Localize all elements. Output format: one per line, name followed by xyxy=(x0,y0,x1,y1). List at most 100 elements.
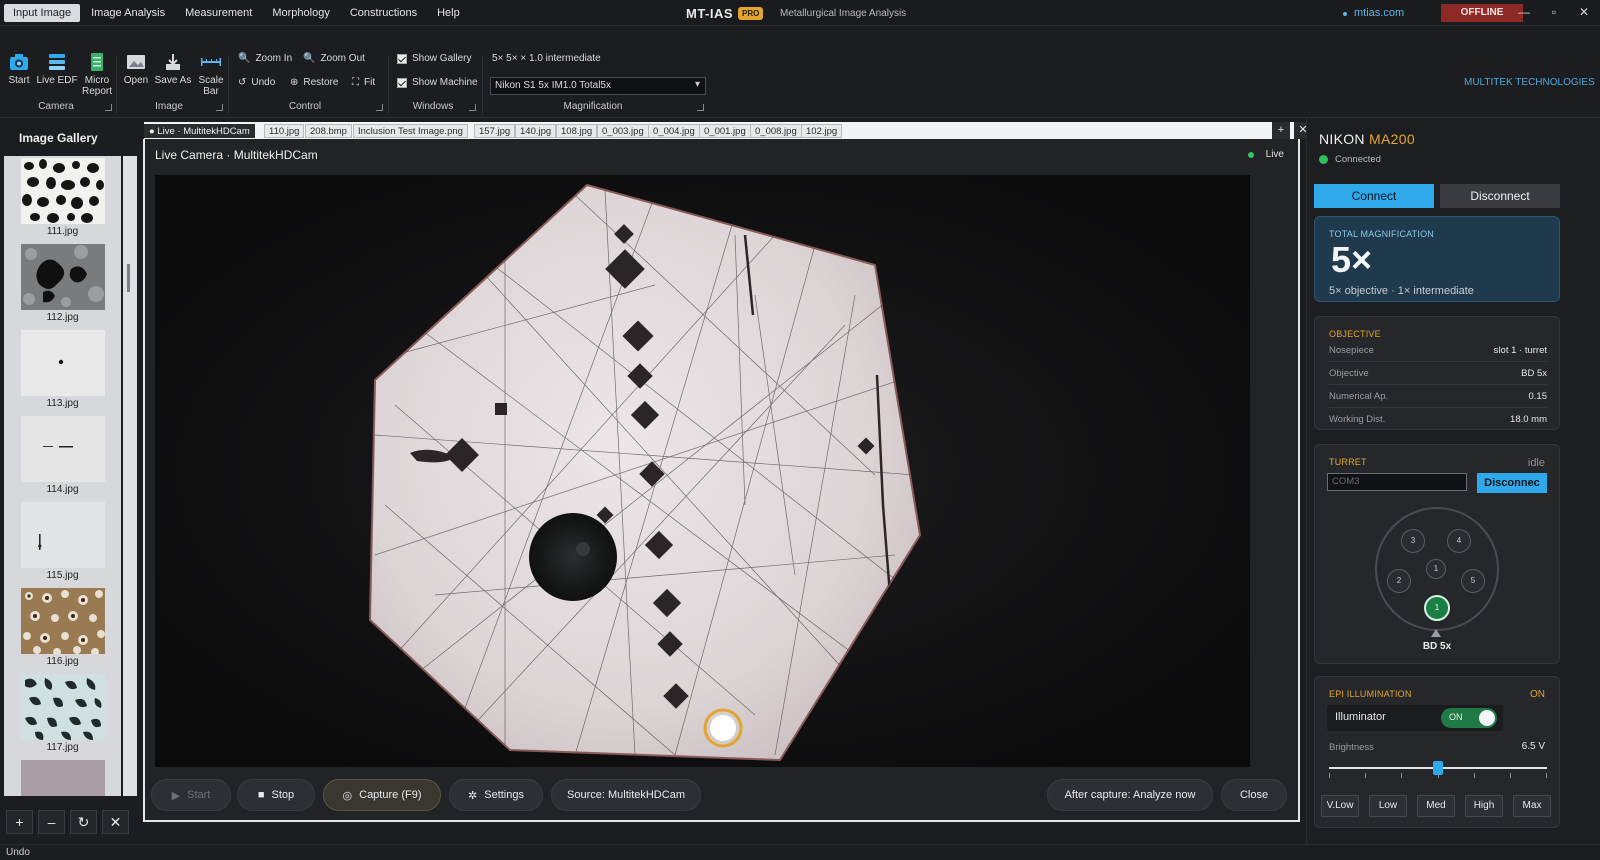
new-tab-button[interactable]: + xyxy=(1272,122,1290,139)
com-port-select[interactable]: COM3 xyxy=(1327,473,1467,491)
clear-gallery-button[interactable]: ✕ xyxy=(102,810,129,834)
gallery-thumbnail[interactable] xyxy=(21,416,105,482)
remove-image-button[interactable]: – xyxy=(38,810,65,834)
turret-slot-5[interactable]: 5 xyxy=(1461,569,1485,593)
camera-group-launcher-icon[interactable] xyxy=(105,104,112,111)
scale-bar-button[interactable]: Scale Bar xyxy=(196,52,226,97)
camera-viewport[interactable] xyxy=(155,175,1250,767)
tab-0-008[interactable]: 0_008.jpg xyxy=(750,124,802,138)
menu-morphology[interactable]: Morphology xyxy=(263,4,338,22)
stop-button[interactable]: ■ Stop xyxy=(237,779,315,811)
zoom-in-button[interactable]: 🔍 Zoom In xyxy=(238,53,292,64)
scale-bar-label-1: Scale xyxy=(198,75,224,86)
preset-high-button[interactable]: High xyxy=(1465,795,1503,817)
zoom-out-button[interactable]: 🔍 Zoom Out xyxy=(303,53,365,64)
undo-button[interactable]: ↺ Undo xyxy=(238,77,275,88)
turret-card: TURRET idle COM3 Disconnec 3 4 2 5 1 1 B… xyxy=(1314,444,1560,664)
tab-0-004[interactable]: 0_004.jpg xyxy=(648,124,700,138)
tab-inclusion-test-image[interactable]: Inclusion Test Image.png xyxy=(353,124,468,138)
stop-label: Stop xyxy=(271,789,295,801)
thumbnail-label: 116.jpg xyxy=(46,656,79,667)
menu-constructions[interactable]: Constructions xyxy=(341,4,426,22)
tab-157[interactable]: 157.jpg xyxy=(474,124,516,138)
live-edf-button[interactable]: Live EDF xyxy=(36,52,78,86)
title-bar: Input Image Image Analysis Measurement M… xyxy=(0,0,1600,26)
settings-button[interactable]: ✲ Settings xyxy=(449,779,543,811)
minimize-button[interactable]: — xyxy=(1516,5,1532,19)
scrollbar-thumb[interactable] xyxy=(127,264,130,292)
maximize-button[interactable]: ▫ xyxy=(1546,5,1562,19)
start-camera-button[interactable]: Start xyxy=(6,52,32,86)
slider-tick xyxy=(1329,773,1330,778)
after-capture-selector[interactable]: After capture: Analyze now xyxy=(1047,779,1213,811)
fit-icon: ⛶ xyxy=(352,77,359,88)
open-button[interactable]: Open xyxy=(122,52,150,86)
preset-very-low-button[interactable]: V.Low xyxy=(1321,795,1359,817)
microscope-brand: NIKON xyxy=(1319,131,1365,147)
site-link[interactable]: mtias.com xyxy=(1354,7,1404,19)
menu-help[interactable]: Help xyxy=(428,4,469,22)
brightness-slider[interactable] xyxy=(1329,761,1547,778)
objective-row-numerical-aperture: Numerical Ap. 0.15 xyxy=(1329,391,1547,402)
gallery-thumbnail[interactable] xyxy=(21,588,105,654)
fit-button[interactable]: ⛶ Fit xyxy=(352,77,375,88)
source-selector[interactable]: Source: MultitekHDCam xyxy=(551,779,701,811)
brightness-slider-handle[interactable] xyxy=(1433,761,1443,775)
magnification-group-launcher-icon[interactable] xyxy=(697,104,704,111)
menu-measurement[interactable]: Measurement xyxy=(176,4,261,22)
turret-slot-4[interactable]: 4 xyxy=(1447,529,1471,553)
turret-heading: TURRET xyxy=(1329,457,1367,467)
gallery-title: Image Gallery xyxy=(19,131,98,145)
windows-group-launcher-icon[interactable] xyxy=(469,104,476,111)
image-group-launcher-icon[interactable] xyxy=(216,104,223,111)
gallery-thumbnails: 111.jpg 112.jpg 113.jpg 114.jpg 115.jpg … xyxy=(4,156,121,796)
connect-button[interactable]: Connect xyxy=(1314,184,1434,208)
ribbon: Start Live EDF Micro Report Camera Open … xyxy=(0,26,1600,118)
save-as-label: Save As xyxy=(154,75,192,86)
refresh-gallery-button[interactable]: ↻ xyxy=(70,810,97,834)
start-capture-button[interactable]: ▶ Start xyxy=(151,779,231,811)
close-window-button[interactable]: ✕ xyxy=(1576,5,1592,19)
turret-slot-2[interactable]: 2 xyxy=(1387,569,1411,593)
menu-image-analysis[interactable]: Image Analysis xyxy=(82,4,174,22)
close-live-button[interactable]: Close xyxy=(1221,779,1287,811)
gallery-thumbnail[interactable] xyxy=(21,502,105,568)
show-gallery-checkbox[interactable]: Show Gallery xyxy=(397,53,471,64)
tab-208[interactable]: 208.bmp xyxy=(305,124,352,138)
gallery-thumbnail[interactable] xyxy=(21,158,105,224)
gallery-thumbnail[interactable] xyxy=(21,674,105,740)
turret-slot-1-active[interactable]: 1 xyxy=(1424,595,1450,621)
capture-button[interactable]: ◎ Capture (F9) xyxy=(323,779,441,811)
turret-disconnect-button[interactable]: Disconnec xyxy=(1477,473,1547,493)
offline-button[interactable]: OFFLINE xyxy=(1441,4,1523,22)
tab-0-003[interactable]: 0_003.jpg xyxy=(597,124,649,138)
start-label: Start xyxy=(187,789,211,801)
preset-max-button[interactable]: Max xyxy=(1513,795,1551,817)
turret-slot-3[interactable]: 3 xyxy=(1401,529,1425,553)
preset-low-button[interactable]: Low xyxy=(1369,795,1407,817)
tab-140[interactable]: 140.jpg xyxy=(515,124,557,138)
magnification-select[interactable]: Nikon S1 5x IM1.0 Total5x xyxy=(490,77,706,95)
gallery-thumbnail[interactable] xyxy=(21,244,105,310)
disconnect-button[interactable]: Disconnect xyxy=(1440,184,1560,208)
restore-button[interactable]: ⊕ Restore xyxy=(290,77,338,88)
tab-110[interactable]: 110.jpg xyxy=(264,124,305,138)
gallery-thumbnail-partial[interactable] xyxy=(21,760,105,796)
gallery-thumbnail[interactable] xyxy=(21,330,105,396)
tab-0-001[interactable]: 0_001.jpg xyxy=(699,124,751,138)
save-as-button[interactable]: Save As xyxy=(154,52,192,86)
micro-report-button[interactable]: Micro Report xyxy=(80,52,114,97)
image-open-icon xyxy=(127,55,145,69)
gallery-scrollbar[interactable] xyxy=(123,156,137,796)
preset-med-button[interactable]: Med xyxy=(1417,795,1455,817)
illuminator-toggle[interactable]: ON xyxy=(1441,708,1497,728)
ribbon-separator xyxy=(116,56,117,114)
menu-input-image[interactable]: Input Image xyxy=(4,4,81,22)
tab-108[interactable]: 108.jpg xyxy=(556,124,598,138)
add-image-button[interactable]: + xyxy=(6,810,33,834)
tab-102[interactable]: 102.jpg xyxy=(801,124,843,138)
tab-live-camera[interactable]: ● Live · MultitekHDCam xyxy=(144,124,255,138)
control-group-launcher-icon[interactable] xyxy=(376,104,383,111)
show-machine-checkbox[interactable]: Show Machine xyxy=(397,77,478,88)
show-gallery-label: Show Gallery xyxy=(412,53,472,64)
